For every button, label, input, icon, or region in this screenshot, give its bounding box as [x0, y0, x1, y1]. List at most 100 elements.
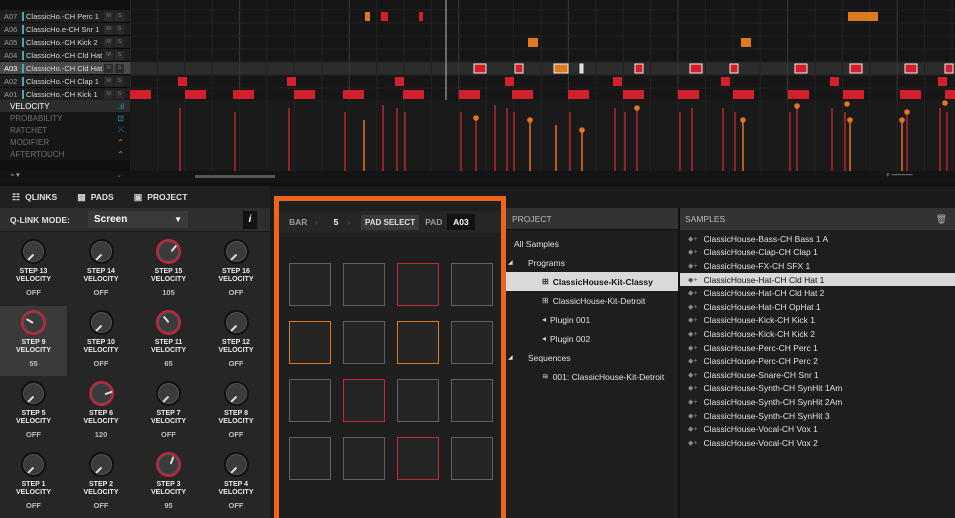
pad[interactable] [397, 321, 439, 364]
project-tree-item[interactable]: All Samples [506, 234, 678, 253]
pad[interactable] [451, 379, 493, 422]
qlink-knob-cell[interactable]: STEP 3 VELOCITY 95 [135, 448, 202, 518]
pad[interactable] [451, 321, 493, 364]
lane-ratchet[interactable]: RATCHET ⤫ [0, 124, 130, 136]
pad[interactable] [289, 437, 331, 480]
mute-button[interactable]: M [104, 76, 113, 86]
qlink-knob-cell[interactable]: STEP 7 VELOCITY OFF [135, 377, 202, 447]
lane-expand-icon[interactable]: ⌄ [116, 171, 122, 179]
pad[interactable] [343, 321, 385, 364]
knob-dial[interactable] [88, 381, 114, 406]
sample-item[interactable]: ◆+ ClassicHouse-Vocal-CH Vox 2 [680, 436, 955, 450]
qlink-knob-cell[interactable]: STEP 8 VELOCITY OFF [203, 377, 270, 447]
grid-scroll-strip[interactable]: ⌁ ▾ ⌄ ▾ ━━━━━ [0, 171, 955, 183]
pad[interactable] [289, 263, 331, 306]
pad[interactable] [289, 321, 331, 364]
sample-item[interactable]: ◆+ ClassicHouse-Snare-CH Snr 1 [680, 368, 955, 382]
track-header[interactable]: A03 ClassicHo.-CH Cld Hat 1MS [0, 62, 130, 75]
sample-item[interactable]: ◆+ ClassicHouse-Synth-CH SynHit 1Am [680, 382, 955, 396]
sample-item[interactable]: ◆+ ClassicHouse-Hat-CH OpHat 1 [680, 300, 955, 314]
expand-triangle-icon[interactable]: ◢ [508, 259, 513, 266]
tab-qlinks[interactable]: ☷ QLINKS [12, 192, 57, 203]
pad-select-button[interactable]: PAD SELECT [361, 214, 420, 230]
solo-button[interactable]: S [115, 11, 124, 21]
qlink-knob-cell[interactable]: STEP 5 VELOCITY OFF [0, 377, 67, 447]
expand-triangle-icon[interactable]: ◢ [508, 354, 513, 361]
sample-item[interactable]: ◆+ ClassicHouse-Synth-CH SynHit 3 [680, 409, 955, 423]
sample-item[interactable]: ◆+ ClassicHouse-Kick-CH Kick 2 [680, 327, 955, 341]
sample-item[interactable]: ◆+ ClassicHouse-Perc-CH Perc 2 [680, 354, 955, 368]
trash-icon[interactable]: 🗑 [936, 214, 947, 225]
knob-dial[interactable] [21, 381, 46, 406]
sample-item[interactable]: ◆+ ClassicHouse-Bass-CH Bass 1 A [680, 232, 955, 246]
track-header[interactable]: A02 ClassicHo.-CH Clap 1MS [0, 75, 130, 88]
knob-dial[interactable] [88, 310, 114, 335]
qlink-knob-cell[interactable]: STEP 16 VELOCITY OFF [203, 235, 270, 305]
pad[interactable] [343, 379, 385, 422]
mute-button[interactable]: M [104, 11, 113, 21]
qlink-knob-cell[interactable]: STEP 13 VELOCITY OFF [0, 235, 67, 305]
qlink-knob-cell[interactable]: STEP 11 VELOCITY 65 [135, 306, 202, 376]
solo-button[interactable]: S [115, 24, 124, 34]
mute-button[interactable]: M [104, 50, 113, 60]
tab-project[interactable]: ▣ PROJECT [134, 192, 188, 203]
mute-button[interactable]: M [104, 24, 113, 34]
qlink-mode-dropdown[interactable]: Screen ▼ [88, 211, 188, 228]
project-tree-item[interactable]: ◢ Sequences [506, 348, 678, 367]
knob-dial[interactable] [156, 452, 181, 477]
knob-dial[interactable] [21, 239, 46, 264]
track-header[interactable]: A06 ClassicHo.e-CH Snr 1MS [0, 23, 130, 36]
pad[interactable] [397, 263, 439, 306]
pad[interactable] [451, 263, 493, 306]
sample-item[interactable]: ◆+ ClassicHouse-Clap-CH Clap 1 [680, 246, 955, 260]
sample-item[interactable]: ◆+ ClassicHouse-Synth-CH SynHit 2Am [680, 395, 955, 409]
knob-dial[interactable] [223, 452, 249, 477]
qlink-knob-cell[interactable]: STEP 4 VELOCITY OFF [203, 448, 270, 518]
solo-button[interactable]: S [115, 63, 124, 73]
horizontal-scrollbar[interactable] [195, 175, 275, 178]
pad[interactable] [343, 263, 385, 306]
project-tree-item[interactable]: ◂ Plugin 002 [506, 329, 678, 348]
pad[interactable] [343, 437, 385, 480]
track-header[interactable]: A07 ClassicHo.-CH Perc 1MS [0, 10, 130, 23]
bar-prev-icon[interactable]: ‹ [315, 217, 325, 227]
pad[interactable] [451, 437, 493, 480]
qlink-knob-cell[interactable]: STEP 2 VELOCITY OFF [68, 448, 135, 518]
solo-button[interactable]: S [115, 50, 124, 60]
sample-item[interactable]: ◆+ ClassicHouse-Hat-CH Cld Hat 2 [680, 286, 955, 300]
pad[interactable] [397, 437, 439, 480]
knob-dial[interactable] [88, 239, 114, 264]
knob-dial[interactable] [156, 239, 181, 264]
solo-button[interactable]: S [115, 76, 124, 86]
knob-dial[interactable] [21, 452, 46, 477]
info-button[interactable]: i [243, 210, 257, 229]
qlink-knob-cell[interactable]: STEP 1 VELOCITY OFF [0, 448, 67, 518]
step-grid[interactable] [130, 0, 955, 171]
qlink-knob-cell[interactable]: STEP 9 VELOCITY 55 [0, 306, 67, 376]
track-header[interactable]: A04 ClassicHo.-CH Cld Hat 2MS [0, 49, 130, 62]
knob-dial[interactable] [21, 310, 46, 335]
knob-dial[interactable] [156, 381, 181, 406]
knob-dial[interactable] [88, 452, 114, 477]
knob-dial[interactable] [223, 239, 249, 264]
qlink-knob-cell[interactable]: STEP 14 VELOCITY OFF [68, 235, 135, 305]
zoom-icon[interactable]: ▾ ━━━━━ [886, 171, 913, 179]
project-tree-item[interactable]: ⊞ ClassicHouse-Kit-Classy [506, 272, 678, 291]
lane-toggle-icon[interactable]: ⌁ ▾ [10, 171, 20, 179]
pad-value[interactable]: A03 [447, 214, 475, 230]
qlink-knob-cell[interactable]: STEP 12 VELOCITY OFF [203, 306, 270, 376]
bar-next-icon[interactable]: › [347, 217, 361, 227]
solo-button[interactable]: S [115, 89, 124, 99]
qlink-knob-cell[interactable]: STEP 6 VELOCITY 120 [68, 377, 135, 447]
lane-modifier[interactable]: MODIFIER ⌃ [0, 136, 130, 148]
bar-value[interactable]: 5 [325, 217, 347, 227]
mute-button[interactable]: M [104, 37, 113, 47]
sample-item[interactable]: ◆+ ClassicHouse-Hat-CH Cld Hat 1 [680, 272, 955, 287]
mute-button[interactable]: M [104, 63, 113, 73]
knob-dial[interactable] [223, 381, 249, 406]
tab-pads[interactable]: ▦ PADS [77, 192, 114, 203]
track-header[interactable]: A05 ClassicHo.-CH Kick 2MS [0, 36, 130, 49]
sample-item[interactable]: ◆+ ClassicHouse-Perc-CH Perc 1 [680, 341, 955, 355]
project-tree-item[interactable]: ◢ Programs [506, 253, 678, 272]
knob-dial[interactable] [223, 310, 249, 335]
